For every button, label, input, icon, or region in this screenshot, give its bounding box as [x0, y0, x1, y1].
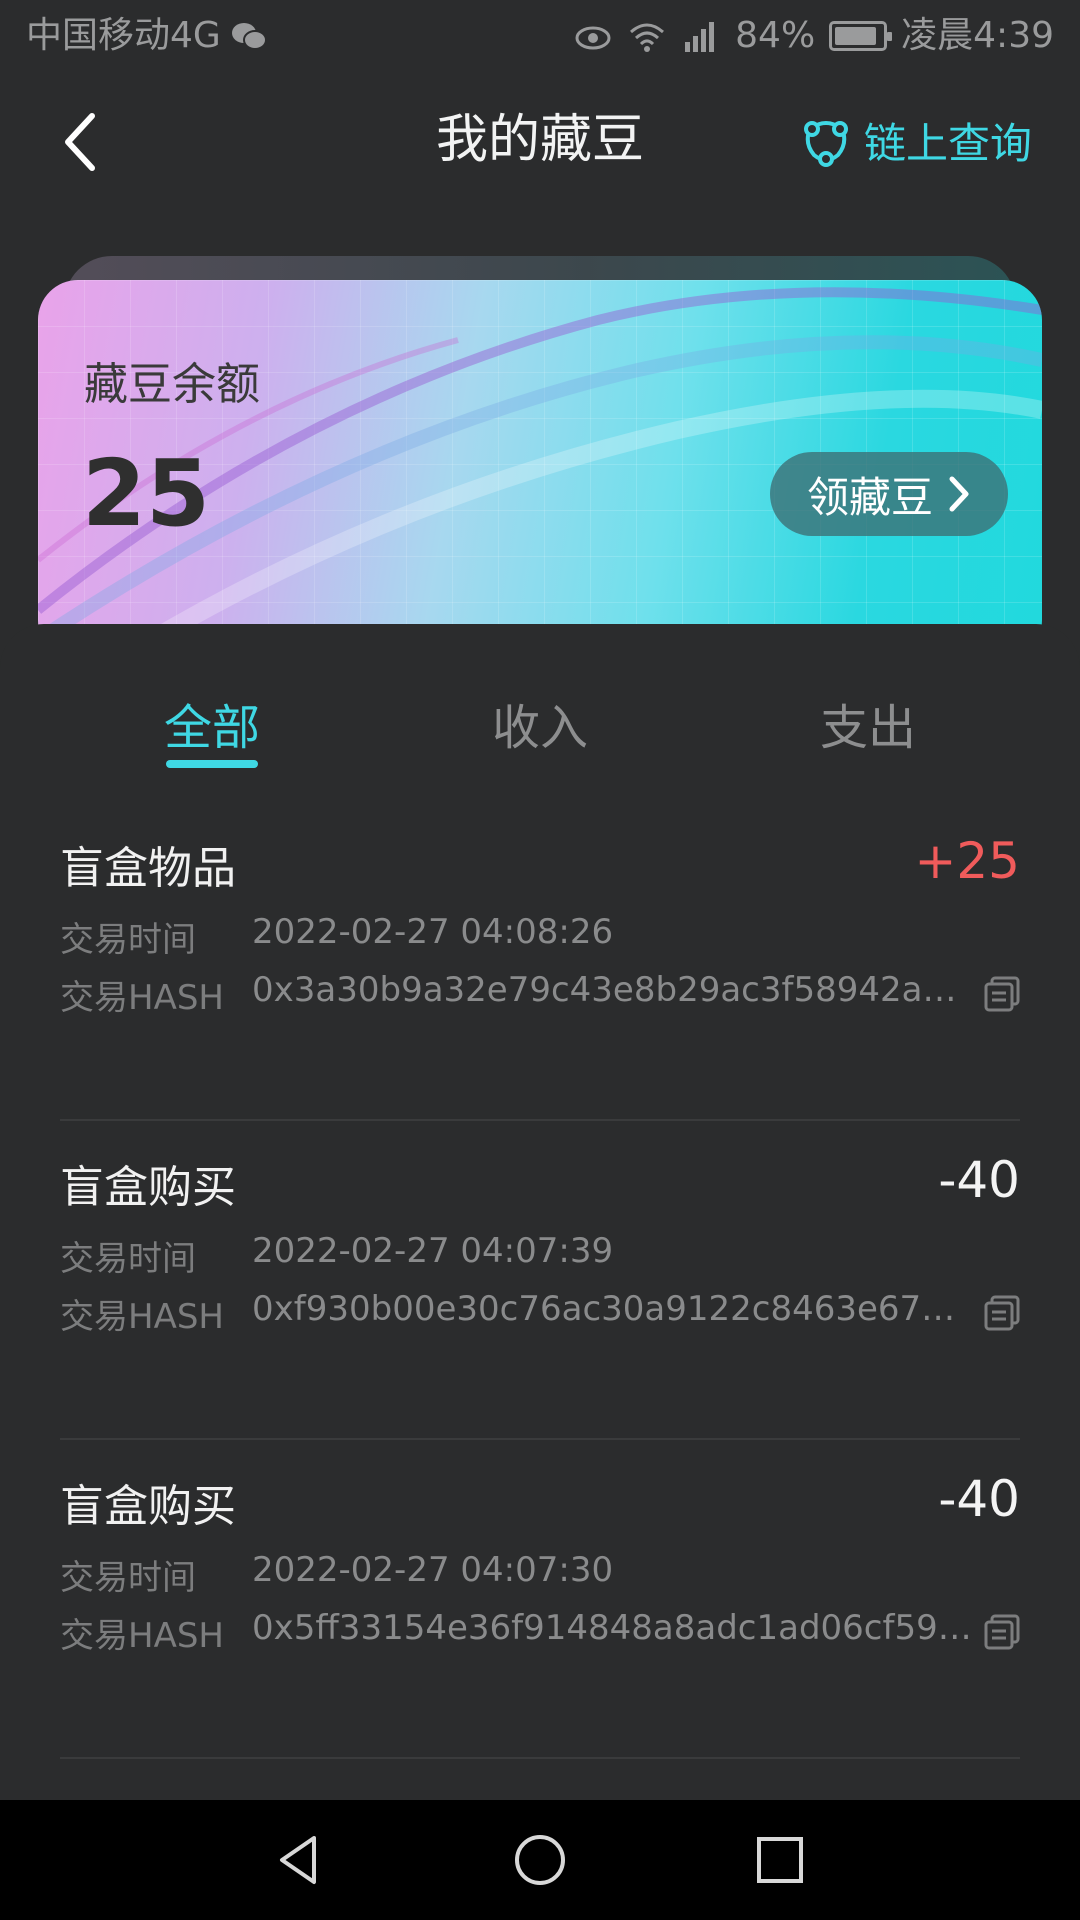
balance-label: 藏豆余额: [84, 359, 260, 410]
chain-query-label: 链上查询: [863, 119, 1032, 168]
nav-home-icon[interactable]: [510, 1830, 570, 1890]
nav-back-icon[interactable]: [270, 1830, 330, 1890]
tab-all[interactable]: 全部: [112, 688, 312, 758]
battery-percent: 84%: [735, 15, 816, 56]
tab-income[interactable]: 收入: [440, 688, 640, 758]
hash-label: 交易HASH: [60, 1616, 224, 1656]
hash-value: 0x5ff33154e36f914848a8adc1ad06cf5990...: [252, 1608, 972, 1648]
transaction-title: 盲盒购买: [60, 1481, 236, 1532]
tab-bar: 全部 收入 支出: [0, 660, 1080, 770]
transaction-item[interactable]: 盲盒物品 +25 交易时间 2022-02-27 04:08:26 交易HASH…: [0, 802, 1080, 1121]
time-label: 交易时间: [60, 920, 196, 960]
copy-icon[interactable]: [982, 974, 1022, 1014]
copy-icon[interactable]: [982, 1612, 1022, 1652]
hash-value: 0xf930b00e30c76ac30a9122c8463e67ba1...: [252, 1289, 972, 1329]
transaction-time-row: 交易时间 2022-02-27 04:08:26: [60, 912, 972, 961]
claim-beans-button[interactable]: 领藏豆: [770, 452, 1008, 536]
transactions-sheet: 全部 收入 支出 盲盒物品 +25 交易时间 2022-02-27 04:08:…: [0, 624, 1080, 1800]
transaction-hash-row: 交易HASH 0xf930b00e30c76ac30a9122c8463e67b…: [60, 1289, 972, 1338]
time-value: 2022-02-27 04:07:30: [252, 1550, 614, 1590]
chevron-right-icon: [949, 476, 969, 512]
transaction-title: 盲盒购买: [60, 1162, 236, 1213]
transaction-hash-row: 交易HASH 0x5ff33154e36f914848a8adc1ad06cf5…: [60, 1608, 972, 1657]
hash-value: 0x3a30b9a32e79c43e8b29ac3f58942a70b...: [252, 970, 972, 1010]
wechat-icon: [231, 23, 267, 50]
blockchain-icon: [803, 120, 848, 167]
transaction-amount: -40: [938, 1470, 1020, 1528]
battery-icon: [829, 21, 893, 51]
hash-label: 交易HASH: [60, 978, 224, 1018]
transaction-item[interactable]: 盲盒购买 -40 交易时间 2022-02-27 04:07:30 交易HASH…: [0, 1440, 1080, 1759]
hash-label: 交易HASH: [60, 1297, 224, 1337]
balance-card: 藏豆余额 25 领藏豆: [38, 280, 1042, 660]
claim-beans-label: 领藏豆: [806, 472, 933, 522]
screen: 中国移动4G 84% 凌晨4:39 我的藏豆 链上查询 藏豆余额 25 领藏豆 …: [0, 0, 1080, 1920]
time-value: 2022-02-27 04:08:26: [252, 912, 614, 952]
eye-icon: [575, 26, 611, 50]
chain-query-button[interactable]: 链上查询: [800, 110, 1032, 171]
copy-icon[interactable]: [982, 1293, 1022, 1333]
time-value: 2022-02-27 04:07:39: [252, 1231, 614, 1271]
transaction-item[interactable]: 盲盒购买 -40 交易时间 2022-02-27 04:07:39 交易HASH…: [0, 1121, 1080, 1440]
nav-recents-icon[interactable]: [750, 1830, 810, 1890]
signal-icon: [685, 22, 715, 52]
tab-indicator: [166, 760, 258, 768]
system-nav-bar: [0, 1800, 1080, 1920]
transaction-time-row: 交易时间 2022-02-27 04:07:39: [60, 1231, 972, 1280]
tab-expense[interactable]: 支出: [768, 688, 968, 758]
transaction-item-partial[interactable]: [0, 1759, 1080, 1800]
header: 我的藏豆 链上查询: [0, 90, 1080, 190]
transaction-title: 盲盒物品: [60, 843, 236, 894]
time-label: 交易时间: [60, 1239, 196, 1279]
transaction-time-row: 交易时间 2022-02-27 04:07:30: [60, 1550, 972, 1599]
transaction-amount: +25: [914, 832, 1020, 890]
time-label: 交易时间: [60, 1558, 196, 1598]
clock: 凌晨4:39: [901, 15, 1054, 56]
transaction-list: 盲盒物品 +25 交易时间 2022-02-27 04:08:26 交易HASH…: [0, 802, 1080, 1800]
carrier-label: 中国移动4G: [26, 15, 221, 56]
status-bar: 中国移动4G 84% 凌晨4:39: [0, 0, 1080, 74]
balance-value: 25: [82, 440, 211, 547]
transaction-hash-row: 交易HASH 0x3a30b9a32e79c43e8b29ac3f58942a7…: [60, 970, 972, 1019]
transaction-amount: -40: [938, 1151, 1020, 1209]
wifi-icon: [630, 23, 665, 52]
